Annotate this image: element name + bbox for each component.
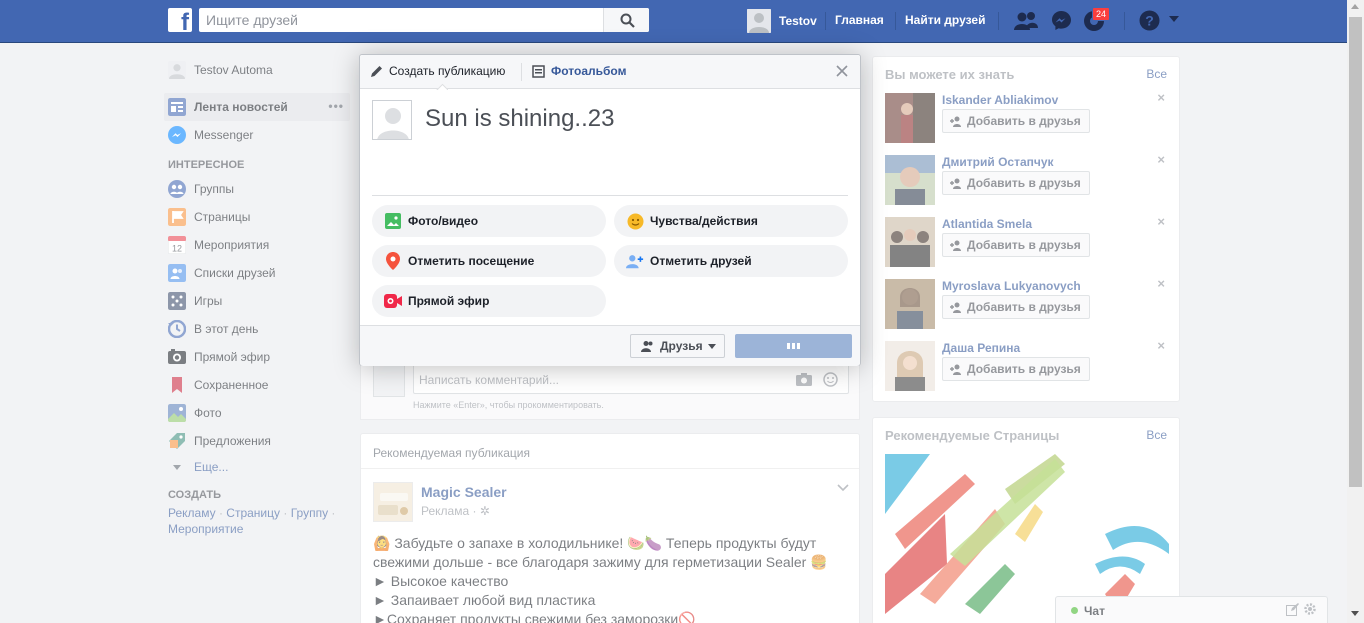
publish-button[interactable] (735, 334, 852, 358)
divider (825, 12, 826, 30)
find-friends-link[interactable]: Найти друзей (905, 13, 985, 27)
profile-link[interactable]: Testov (747, 9, 817, 33)
avatar (747, 9, 771, 33)
loading-indicator (787, 343, 790, 349)
divider (1124, 12, 1125, 30)
scrollbar-thumb[interactable] (1349, 17, 1362, 487)
photo-video-button[interactable]: Фото/видео (372, 205, 606, 237)
live-icon (384, 294, 402, 308)
create-post-dialog: Создать публикацию Фотоальбом Sun is shi… (359, 54, 861, 366)
search-icon (620, 13, 635, 28)
feeling-activity-button[interactable]: Чувства/действия (614, 205, 848, 237)
tab-create-post[interactable]: Создать публикацию (370, 64, 505, 78)
tag-friends-button[interactable]: Отметить друзей (614, 245, 848, 277)
facebook-logo-icon[interactable]: f (168, 8, 192, 32)
scroll-up-arrow-icon[interactable] (1351, 4, 1359, 9)
photo-album-icon (532, 64, 545, 78)
live-video-button[interactable]: Прямой эфир (372, 285, 606, 317)
search-input[interactable] (199, 8, 599, 32)
profile-name: Testov (779, 14, 817, 28)
divider (372, 195, 848, 196)
loading-indicator (792, 343, 795, 349)
friends-icon (641, 341, 653, 352)
dialog-header: Создать публикацию Фотоальбом (360, 55, 860, 89)
audience-selector[interactable]: Друзья (630, 334, 725, 358)
top-bar: f Testov Главная Найти друзей 24 ? (0, 0, 1364, 43)
search-bar (199, 8, 649, 32)
check-in-icon (386, 252, 400, 270)
account-menu-chevron-down-icon[interactable] (1169, 16, 1179, 23)
tab-photo-album[interactable]: Фотоальбом (532, 64, 626, 78)
search-button[interactable] (603, 8, 649, 32)
divider (998, 12, 999, 30)
loading-indicator (797, 343, 800, 349)
check-in-button[interactable]: Отметить посещение (372, 245, 606, 277)
pencil-icon (371, 65, 382, 77)
post-text-input[interactable]: Sun is shining..23 (425, 105, 614, 133)
page-scrollbar[interactable] (1347, 0, 1364, 623)
help-icon[interactable]: ? (1139, 10, 1160, 31)
chevron-down-icon (707, 343, 716, 349)
messages-icon[interactable] (1051, 10, 1072, 31)
feeling-icon (627, 213, 643, 229)
avatar (372, 100, 412, 140)
photo-video-icon (385, 213, 401, 229)
scroll-down-arrow-icon[interactable] (1351, 611, 1359, 616)
friend-requests-icon[interactable] (1013, 10, 1039, 32)
svg-text:?: ? (1145, 13, 1154, 29)
divider (895, 12, 896, 30)
dialog-footer: Друзья (360, 325, 860, 366)
tag-friends-icon (626, 255, 644, 269)
divider (521, 63, 522, 81)
notifications-badge: 24 (1092, 7, 1111, 21)
home-link[interactable]: Главная (835, 13, 884, 27)
close-icon[interactable] (834, 63, 850, 79)
active-tab-indicator (436, 83, 448, 90)
